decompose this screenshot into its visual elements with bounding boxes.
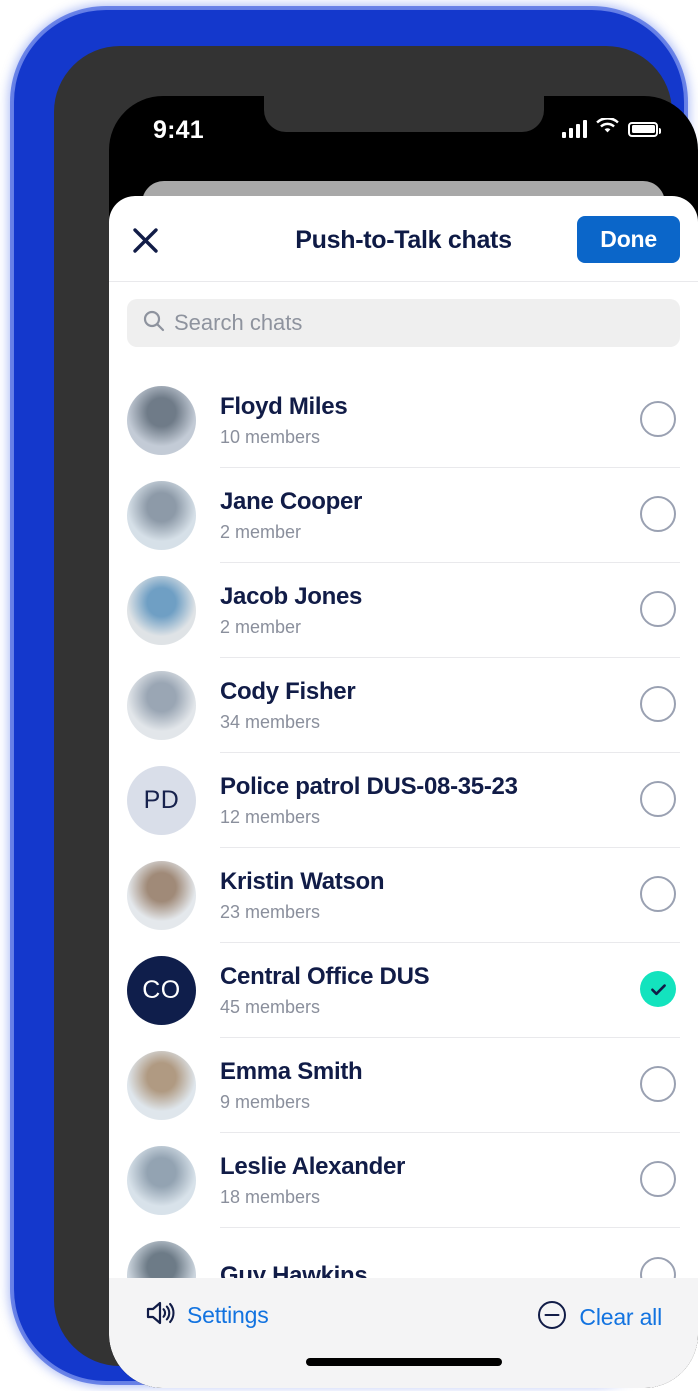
chat-member-count: 12 members <box>220 807 321 827</box>
chat-list-item[interactable]: Jane Cooper 2 member <box>109 468 698 563</box>
avatar-initials: CO <box>127 956 196 1025</box>
chat-item-body: Jacob Jones 2 member <box>220 563 634 658</box>
chat-select-slot <box>634 753 680 848</box>
chat-list-item[interactable]: PD Police patrol DUS-08-35-23 12 members <box>109 753 698 848</box>
chat-name: Police patrol DUS-08-35-23 <box>220 773 518 800</box>
chat-list[interactable]: Floyd Miles 10 members Jane Cooper 2 member… <box>109 373 698 1388</box>
avatar-photo <box>127 386 196 455</box>
battery-icon <box>628 121 661 137</box>
chat-item-body: Cody Fisher 34 members <box>220 658 634 753</box>
chat-item-body: Jane Cooper 2 member <box>220 468 634 563</box>
chat-member-count: 2 member <box>220 522 302 542</box>
phone-frame: 9:41 Push-to-Talk chats Done Search chat… <box>14 10 698 1388</box>
chat-select-slot <box>634 373 680 468</box>
search-box[interactable] <box>127 299 680 347</box>
chat-list-item[interactable]: Leslie Alexander 18 members <box>109 1133 698 1228</box>
chat-name: Jacob Jones <box>220 583 363 610</box>
clear-all-button[interactable]: Clear all <box>537 1300 662 1335</box>
chat-name: Floyd Miles <box>220 393 348 420</box>
status-icons <box>562 116 661 140</box>
avatar-photo <box>127 861 196 930</box>
chat-name: Cody Fisher <box>220 678 356 705</box>
chat-select-slot <box>634 658 680 753</box>
radio-unselected-icon[interactable] <box>640 781 676 817</box>
settings-label: Settings <box>187 1302 269 1328</box>
chat-select-slot <box>634 943 680 1038</box>
search-section <box>109 282 698 355</box>
chat-list-item[interactable]: Floyd Miles 10 members <box>109 373 698 468</box>
speaker-volume-icon <box>145 1300 175 1331</box>
chat-item-body: Police patrol DUS-08-35-23 12 members <box>220 753 634 848</box>
phone-bezel: 9:41 Push-to-Talk chats Done Search chat… <box>54 46 698 1388</box>
chat-item-body: Leslie Alexander 18 members <box>220 1133 634 1228</box>
minus-circle-icon <box>537 1300 567 1335</box>
chat-list-item[interactable]: CO Central Office DUS 45 members <box>109 943 698 1038</box>
chat-item-body: Central Office DUS 45 members <box>220 943 634 1038</box>
phone-screen: 9:41 Push-to-Talk chats Done Search chat… <box>109 96 698 1388</box>
radio-unselected-icon[interactable] <box>640 1066 676 1102</box>
chat-name: Jane Cooper <box>220 488 363 515</box>
done-button[interactable]: Done <box>577 216 680 263</box>
chat-item-body: Floyd Miles 10 members <box>220 373 634 468</box>
radio-unselected-icon[interactable] <box>640 401 676 437</box>
chat-select-slot <box>634 468 680 563</box>
chat-item-body: Emma Smith 9 members <box>220 1038 634 1133</box>
bottom-action-bar: Settings Clear all <box>109 1278 698 1388</box>
settings-button[interactable]: Settings <box>145 1300 269 1331</box>
radio-unselected-icon[interactable] <box>640 496 676 532</box>
notch <box>263 96 544 132</box>
home-indicator <box>305 1358 502 1366</box>
avatar-photo <box>127 671 196 740</box>
chat-member-count: 18 members <box>220 1187 321 1207</box>
radio-unselected-icon[interactable] <box>640 1161 676 1197</box>
checkmark-selected-icon[interactable] <box>640 971 676 1007</box>
radio-unselected-icon[interactable] <box>640 591 676 627</box>
chat-select-slot <box>634 848 680 943</box>
radio-unselected-icon[interactable] <box>640 876 676 912</box>
chat-list-item[interactable]: Kristin Watson 23 members <box>109 848 698 943</box>
avatar-photo <box>127 576 196 645</box>
chat-select-slot <box>634 563 680 658</box>
chat-name: Kristin Watson <box>220 868 385 895</box>
chat-name: Leslie Alexander <box>220 1153 406 1180</box>
chat-name: Central Office DUS <box>220 963 430 990</box>
chat-member-count: 23 members <box>220 902 321 922</box>
status-time: 9:41 <box>153 116 204 144</box>
chat-member-count: 10 members <box>220 427 321 447</box>
avatar-photo <box>127 1146 196 1215</box>
chat-member-count: 34 members <box>220 712 321 732</box>
sheet-header: Push-to-Talk chats Done <box>109 196 698 282</box>
chat-list-item[interactable]: Emma Smith 9 members <box>109 1038 698 1133</box>
push-to-talk-sheet: Push-to-Talk chats Done Floy <box>109 196 698 1388</box>
chat-member-count: 45 members <box>220 997 321 1017</box>
cellular-signal-icon <box>562 120 587 138</box>
radio-unselected-icon[interactable] <box>640 686 676 722</box>
search-icon <box>143 310 165 337</box>
chat-select-slot <box>634 1038 680 1133</box>
clear-all-label: Clear all <box>579 1304 662 1330</box>
chat-member-count: 9 members <box>220 1092 311 1112</box>
chat-list-item[interactable]: Jacob Jones 2 member <box>109 563 698 658</box>
status-bar: 9:41 <box>109 96 698 174</box>
wifi-icon <box>596 116 619 140</box>
chat-member-count: 2 member <box>220 617 302 637</box>
avatar-photo <box>127 1051 196 1120</box>
chat-name: Emma Smith <box>220 1058 363 1085</box>
search-input[interactable] <box>174 310 680 336</box>
avatar-initials: PD <box>127 766 196 835</box>
chat-select-slot <box>634 1133 680 1228</box>
avatar-photo <box>127 481 196 550</box>
chat-item-body: Kristin Watson 23 members <box>220 848 634 943</box>
chat-list-item[interactable]: Cody Fisher 34 members <box>109 658 698 753</box>
